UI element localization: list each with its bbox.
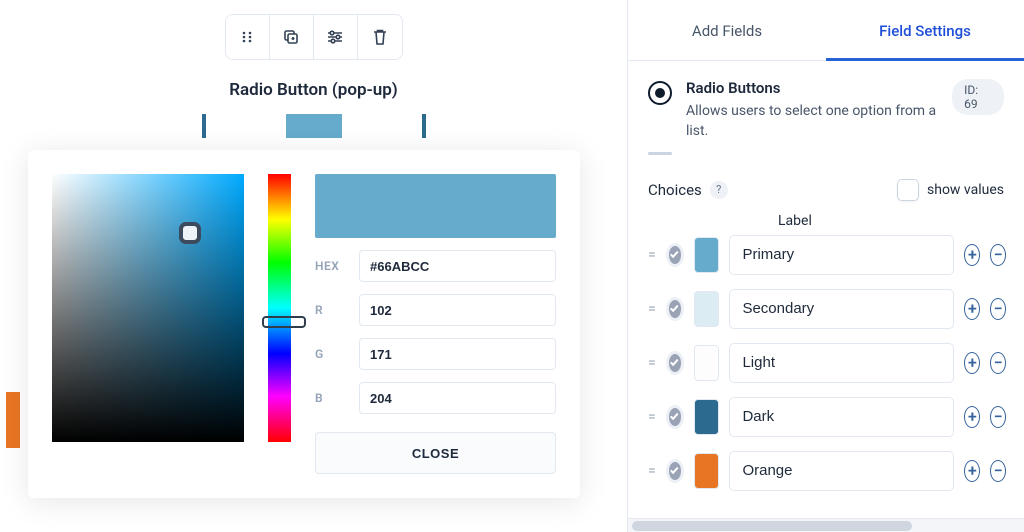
- choice-row: = + −: [646, 397, 1006, 437]
- choice-selected-toggle[interactable]: [666, 351, 684, 375]
- b-label: B: [315, 391, 349, 405]
- choice-selected-toggle[interactable]: [666, 405, 684, 429]
- choice-color-swatch[interactable]: [694, 345, 719, 381]
- r-label: R: [315, 303, 349, 317]
- field-title: Radio Button (pop-up): [0, 80, 627, 100]
- choices-section-title: Choices: [648, 181, 702, 199]
- radio-icon: [648, 81, 672, 105]
- choice-label-input[interactable]: [729, 235, 954, 275]
- choice-color-swatch[interactable]: [694, 399, 719, 435]
- horizontal-scrollbar[interactable]: [628, 518, 1024, 532]
- remove-choice-button[interactable]: −: [990, 406, 1006, 428]
- drag-handle-icon[interactable]: =: [646, 409, 656, 425]
- tab-add-fields[interactable]: Add Fields: [628, 0, 826, 60]
- show-values-toggle[interactable]: show values: [897, 179, 1004, 201]
- add-choice-button[interactable]: +: [964, 298, 980, 320]
- color-preview: [315, 174, 556, 238]
- choice-row: = + −: [646, 343, 1006, 383]
- hex-input[interactable]: [359, 250, 556, 282]
- remove-choice-button[interactable]: −: [990, 352, 1006, 374]
- choice-row: = + −: [646, 289, 1006, 329]
- choices-list: = + − = + − = + − = + − =: [628, 235, 1024, 518]
- remove-choice-button[interactable]: −: [990, 244, 1006, 266]
- show-values-checkbox[interactable]: [897, 179, 919, 201]
- drag-handle-icon[interactable]: =: [646, 247, 656, 263]
- bg-swatch-dark-right: [422, 114, 426, 138]
- b-input[interactable]: [359, 382, 556, 414]
- remove-choice-button[interactable]: −: [990, 460, 1006, 482]
- drag-handle-icon[interactable]: =: [646, 355, 656, 371]
- field-id-badge: ID: 69: [952, 79, 1004, 115]
- choice-color-swatch[interactable]: [694, 291, 719, 327]
- bg-swatch-primary: [286, 114, 342, 138]
- choice-row: = + −: [646, 451, 1006, 491]
- choice-label-input[interactable]: [729, 289, 954, 329]
- duplicate-button[interactable]: [270, 15, 314, 59]
- saturation-value-area[interactable]: [52, 174, 244, 442]
- label-column-header: Label: [628, 209, 1024, 235]
- show-values-label: show values: [927, 182, 1004, 198]
- field-toolbar: [225, 14, 403, 60]
- bg-swatch-orange: [6, 392, 20, 448]
- saturation-value-thumb[interactable]: [179, 222, 201, 244]
- scrollbar-thumb[interactable]: [632, 521, 912, 531]
- remove-choice-button[interactable]: −: [990, 298, 1006, 320]
- hue-slider[interactable]: [268, 174, 291, 442]
- choice-color-swatch[interactable]: [694, 237, 719, 273]
- tab-field-settings[interactable]: Field Settings: [826, 0, 1024, 61]
- hue-slider-thumb[interactable]: [262, 316, 306, 328]
- choice-color-swatch[interactable]: [694, 453, 719, 489]
- drag-handle-icon[interactable]: =: [646, 301, 656, 317]
- background-swatches: [0, 114, 627, 138]
- choice-selected-toggle[interactable]: [666, 297, 684, 321]
- move-handle-button[interactable]: [226, 15, 270, 59]
- add-choice-button[interactable]: +: [964, 352, 980, 374]
- choice-selected-toggle[interactable]: [666, 459, 684, 483]
- field-type-desc: Allows users to select one option from a…: [686, 101, 938, 142]
- settings-sliders-button[interactable]: [314, 15, 358, 59]
- help-icon[interactable]: ?: [710, 181, 728, 199]
- add-choice-button[interactable]: +: [964, 406, 980, 428]
- add-choice-button[interactable]: +: [964, 460, 980, 482]
- choice-row: = + −: [646, 235, 1006, 275]
- hex-label: HEX: [315, 259, 349, 273]
- delete-button[interactable]: [358, 15, 402, 59]
- bg-swatch-dark-left: [202, 114, 206, 138]
- choice-label-input[interactable]: [729, 343, 954, 383]
- settings-tabs: Add Fields Field Settings: [628, 0, 1024, 61]
- g-label: G: [315, 347, 349, 361]
- divider-icon: [648, 152, 672, 155]
- g-input[interactable]: [359, 338, 556, 370]
- drag-handle-icon[interactable]: =: [646, 463, 656, 479]
- close-button[interactable]: CLOSE: [315, 432, 556, 474]
- color-picker-panel: HEX R G B CLOSE: [28, 150, 580, 498]
- add-choice-button[interactable]: +: [964, 244, 980, 266]
- choice-label-input[interactable]: [729, 451, 954, 491]
- choice-label-input[interactable]: [729, 397, 954, 437]
- choice-selected-toggle[interactable]: [666, 243, 684, 267]
- r-input[interactable]: [359, 294, 556, 326]
- field-type-title: Radio Buttons: [686, 79, 938, 97]
